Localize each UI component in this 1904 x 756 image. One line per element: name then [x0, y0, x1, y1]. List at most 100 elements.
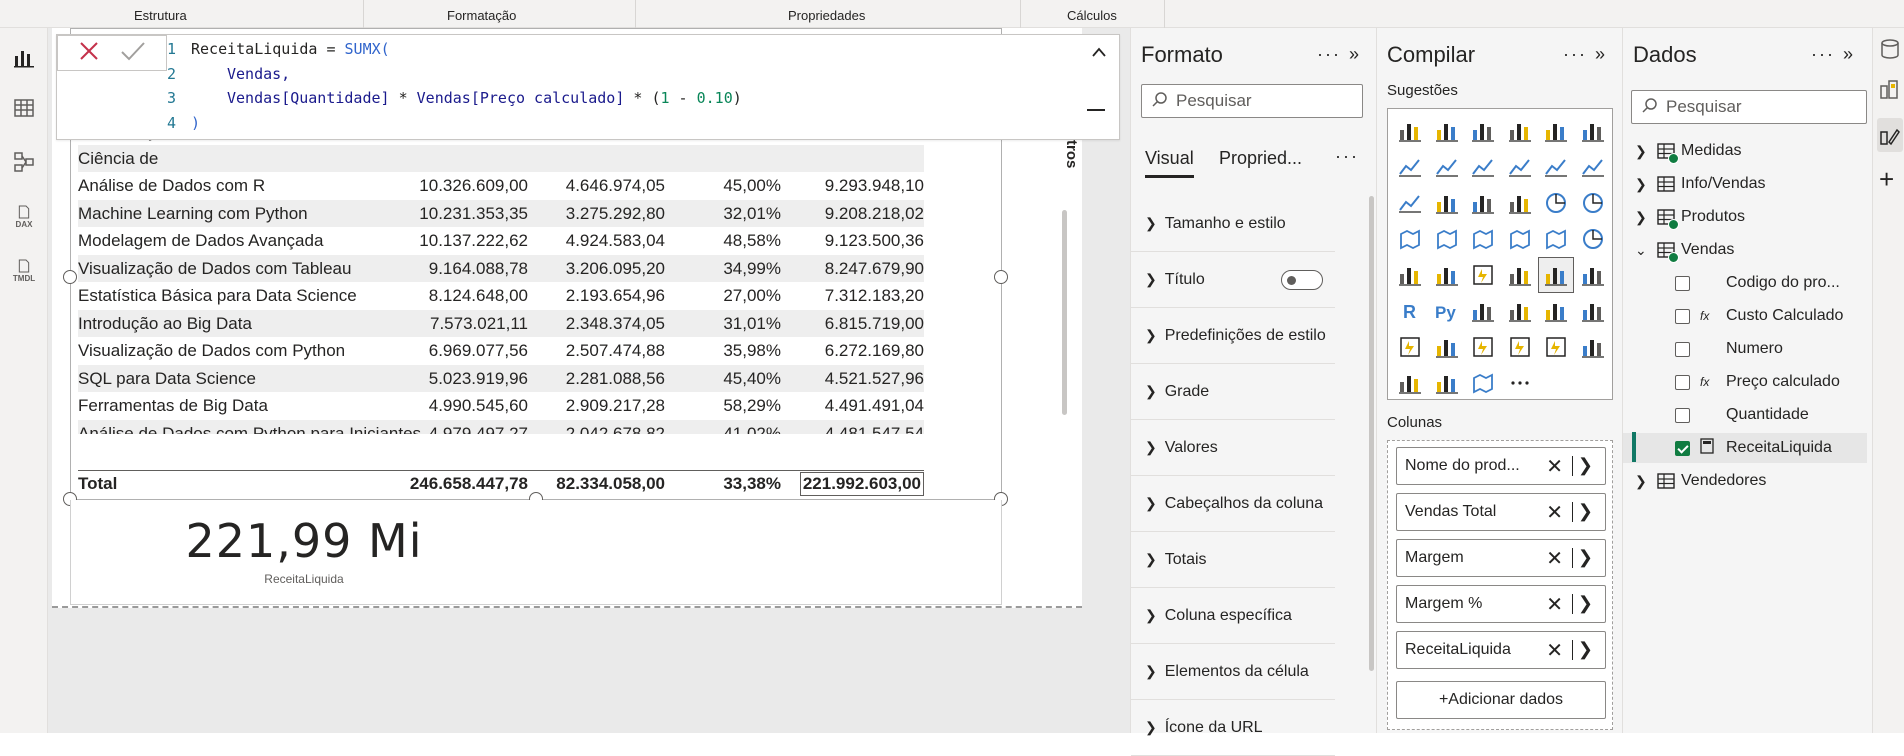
- stacked-area-icon[interactable]: [1465, 149, 1501, 185]
- chevron-down-icon[interactable]: ⌄: [1635, 242, 1651, 259]
- power-apps-icon[interactable]: [1465, 329, 1501, 365]
- funnel-icon[interactable]: [1465, 185, 1501, 221]
- key-influencers-icon[interactable]: [1465, 293, 1501, 329]
- power-automate-icon[interactable]: [1502, 329, 1538, 365]
- ribbon-area-icon[interactable]: [1502, 149, 1538, 185]
- resize-handle-right[interactable]: [994, 270, 1008, 284]
- 100-bar-icon[interactable]: [1538, 113, 1574, 149]
- resize-handle-left[interactable]: [63, 270, 77, 284]
- tree-item[interactable]: Numero: [1623, 334, 1867, 364]
- more-options-icon[interactable]: ···: [1811, 44, 1835, 65]
- tab-visual[interactable]: Visual: [1145, 148, 1194, 178]
- tree-item[interactable]: fx Custo Calculado: [1623, 301, 1867, 331]
- visualizations-pane-icon[interactable]: [1879, 78, 1901, 105]
- card-visual[interactable]: 221,99 Mi ReceitaLiquida: [70, 500, 1002, 605]
- line-column-icon[interactable]: [1538, 149, 1574, 185]
- field-checkbox[interactable]: [1675, 275, 1690, 291]
- collapse-pane-icon[interactable]: »: [1349, 44, 1361, 65]
- stacked-column-icon[interactable]: [1429, 113, 1465, 149]
- chevron-right-icon[interactable]: ❯: [1635, 176, 1651, 193]
- chevron-right-icon[interactable]: ❯: [1578, 547, 1593, 568]
- table-scrollbar[interactable]: [1062, 210, 1067, 415]
- data-pane-icon[interactable]: [1879, 38, 1901, 65]
- remove-field-icon[interactable]: ✕: [1546, 592, 1563, 617]
- collapse-pane-icon[interactable]: »: [1595, 44, 1607, 65]
- add-pane-icon[interactable]: +: [1879, 164, 1894, 195]
- more-visuals-icon[interactable]: [1502, 365, 1538, 401]
- chevron-right-icon[interactable]: ❯: [1578, 455, 1593, 476]
- format-section[interactable]: ❯ Grade: [1131, 364, 1335, 420]
- kpi-icon[interactable]: [1465, 257, 1501, 293]
- format-section[interactable]: ❯ Coluna específica: [1131, 588, 1335, 644]
- more-tabs-icon[interactable]: ···: [1335, 146, 1359, 167]
- line-chart-icon[interactable]: [1392, 149, 1428, 185]
- chevron-right-icon[interactable]: ❯: [1578, 639, 1593, 660]
- card-icon[interactable]: [1392, 257, 1428, 293]
- column-well-item[interactable]: ReceitaLiquida ✕ ❯: [1396, 631, 1606, 669]
- minimize-icon[interactable]: [1087, 109, 1105, 111]
- treemap-icon[interactable]: [1392, 221, 1428, 257]
- area-chart-icon[interactable]: [1429, 149, 1465, 185]
- format-section[interactable]: ❯ Totais: [1131, 532, 1335, 588]
- field-checkbox[interactable]: [1675, 374, 1690, 390]
- tree-item[interactable]: ❯ Info/Vendas: [1623, 169, 1867, 199]
- decomposition-tree-icon[interactable]: [1502, 293, 1538, 329]
- column-well-item[interactable]: Margem % ✕ ❯: [1396, 585, 1606, 623]
- remove-field-icon[interactable]: ✕: [1546, 638, 1563, 663]
- column-well-item[interactable]: Margem ✕ ❯: [1396, 539, 1606, 577]
- narrative-icon[interactable]: [1575, 293, 1611, 329]
- clustered-column-icon[interactable]: [1502, 113, 1538, 149]
- field-checkbox[interactable]: [1675, 440, 1690, 456]
- format-section[interactable]: ❯ Cabeçalhos da coluna: [1131, 476, 1335, 532]
- new-card-icon[interactable]: [1575, 329, 1611, 365]
- clustered-bar-icon[interactable]: [1465, 113, 1501, 149]
- title-toggle[interactable]: [1281, 269, 1323, 290]
- field-checkbox[interactable]: [1675, 308, 1690, 324]
- table-icon[interactable]: [1538, 257, 1574, 293]
- scatter-icon[interactable]: [1502, 185, 1538, 221]
- map-icon[interactable]: [1429, 221, 1465, 257]
- tab-propriedades[interactable]: Propried...: [1219, 148, 1302, 169]
- slicer-icon[interactable]: [1502, 257, 1538, 293]
- format-scrollbar[interactable]: [1369, 196, 1374, 671]
- model-view-icon[interactable]: [8, 146, 40, 178]
- filled-map-icon[interactable]: [1465, 221, 1501, 257]
- shape-map-icon[interactable]: [1502, 221, 1538, 257]
- dax-query-view-icon[interactable]: DAX: [8, 200, 40, 232]
- cancel-formula-icon[interactable]: [78, 40, 100, 67]
- azure-map-icon[interactable]: [1538, 221, 1574, 257]
- remove-field-icon[interactable]: ✕: [1546, 500, 1563, 525]
- field-checkbox[interactable]: [1675, 341, 1690, 357]
- donut-icon[interactable]: [1575, 185, 1611, 221]
- format-section[interactable]: ❯ Tamanho e estilo: [1131, 196, 1335, 252]
- format-section[interactable]: ❯ Elementos da célula: [1131, 644, 1335, 700]
- chevron-right-icon[interactable]: ❯: [1635, 209, 1651, 226]
- table-view-icon[interactable]: [8, 92, 40, 124]
- stacked-bar-icon[interactable]: [1392, 113, 1428, 149]
- format-section[interactable]: ❯ Predefinições de estilo: [1131, 308, 1335, 364]
- filters-pane-tab[interactable]: tros: [1063, 140, 1080, 168]
- tree-item[interactable]: ⌄ Vendas: [1623, 235, 1867, 265]
- pie-chart-icon[interactable]: [1538, 185, 1574, 221]
- field-checkbox[interactable]: [1675, 407, 1690, 423]
- multirow-card-icon[interactable]: [1429, 257, 1465, 293]
- waterfall-icon[interactable]: [1429, 185, 1465, 221]
- more-options-icon[interactable]: ···: [1317, 44, 1341, 65]
- remove-field-icon[interactable]: ✕: [1546, 546, 1563, 571]
- r-visual-icon[interactable]: R: [1392, 293, 1428, 329]
- format-section[interactable]: ❯ Valores: [1131, 420, 1335, 476]
- tree-item[interactable]: fx Preço calculado: [1623, 367, 1867, 397]
- diamond-icon[interactable]: [1429, 365, 1465, 401]
- tmdl-view-icon[interactable]: TMDL: [8, 254, 40, 286]
- format-pane-icon[interactable]: [1877, 118, 1903, 152]
- remove-field-icon[interactable]: ✕: [1546, 454, 1563, 479]
- chevron-right-icon[interactable]: ❯: [1635, 143, 1651, 160]
- gauge-icon[interactable]: [1575, 221, 1611, 257]
- qa-icon[interactable]: [1538, 293, 1574, 329]
- data-search-input[interactable]: Pesquisar: [1631, 90, 1867, 124]
- report-view-icon[interactable]: [8, 42, 40, 74]
- chevron-right-icon[interactable]: ❯: [1635, 473, 1651, 490]
- trophy-icon[interactable]: [1392, 329, 1428, 365]
- line-clustered-icon[interactable]: [1575, 149, 1611, 185]
- tree-item[interactable]: Codigo do pro...: [1623, 268, 1867, 298]
